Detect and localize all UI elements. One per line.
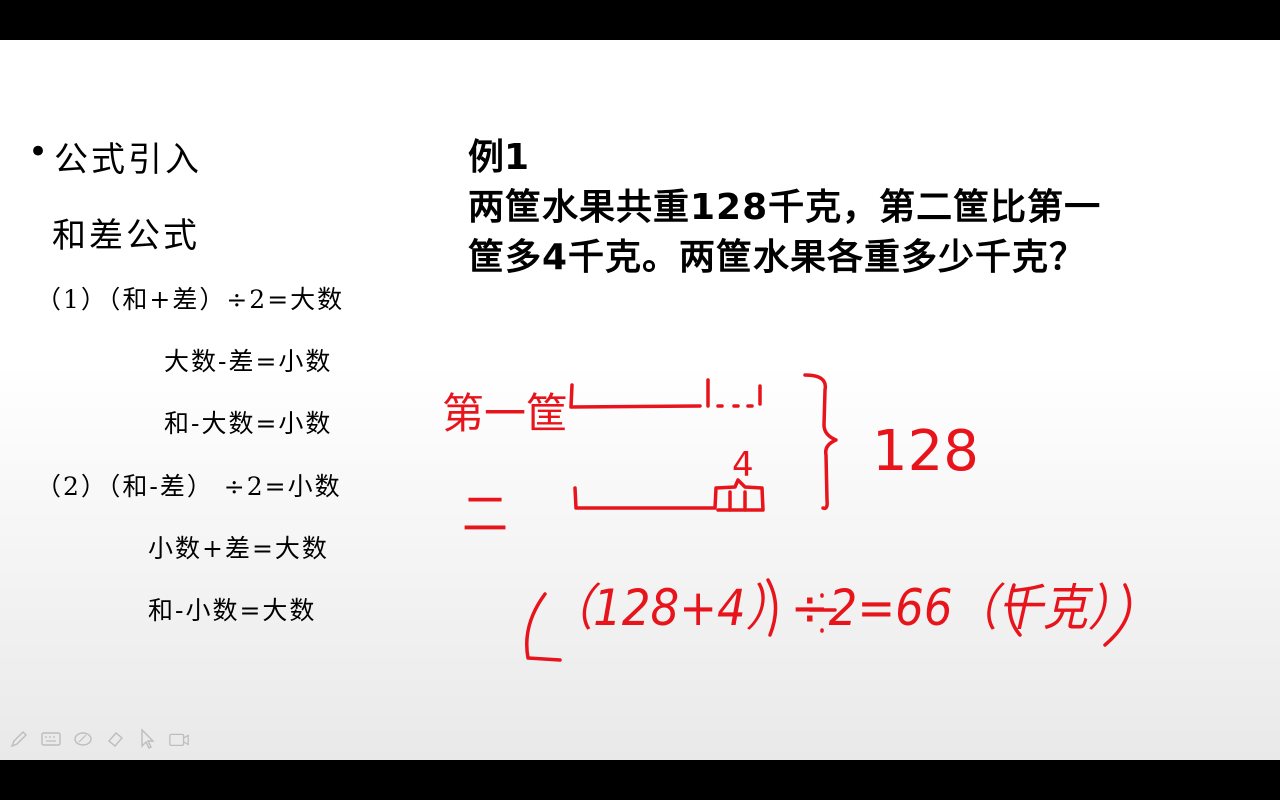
camera-icon[interactable] — [168, 728, 190, 750]
eraser-icon[interactable] — [104, 728, 126, 750]
total-brace — [803, 373, 838, 511]
handwritten-annotation-layer: 第一筐 二 4 128 （128+4）÷2=66（千克） — [442, 373, 1133, 662]
presenter-toolbar — [8, 728, 190, 750]
bottom-letterbox-bar — [0, 760, 1280, 800]
difference-label: 4 — [732, 445, 754, 485]
label-first-basket: 第一筐 — [442, 389, 568, 438]
highlighter-icon[interactable] — [72, 728, 94, 750]
pen-icon[interactable] — [8, 728, 30, 750]
total-label: 128 — [872, 419, 979, 484]
first-basket-dotted-extension — [706, 378, 762, 408]
difference-section — [728, 490, 747, 512]
first-basket-bar — [569, 383, 702, 409]
top-letterbox-bar — [0, 0, 1280, 40]
presentation-slide: • 公式引入 和差公式 （1）（和+差）÷2=大数 大数-差=小数 和-大数=小… — [0, 40, 1280, 760]
solution-equation: （128+4）÷2=66（千克） — [548, 579, 1133, 637]
pointer-icon[interactable] — [136, 728, 158, 750]
keyboard-icon[interactable] — [40, 728, 62, 750]
label-second-basket: 二 — [462, 487, 508, 541]
